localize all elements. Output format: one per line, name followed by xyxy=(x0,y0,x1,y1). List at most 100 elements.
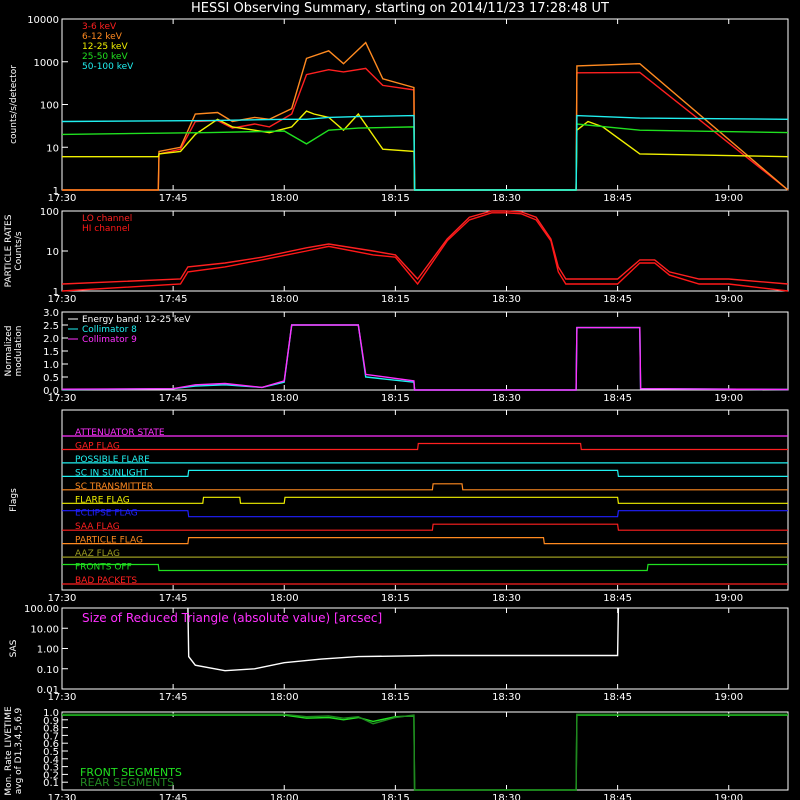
x-tick-label: 19:00 xyxy=(714,692,743,703)
x-tick-label: 17:45 xyxy=(159,294,188,305)
flag-label: PARTICLE FLAG xyxy=(75,536,143,546)
x-tick-label: 18:45 xyxy=(603,294,632,305)
panel-2 xyxy=(61,210,789,292)
x-tick-label: 18:00 xyxy=(270,793,299,800)
x-tick-label: 19:00 xyxy=(714,294,743,305)
series-line-25-50-kev xyxy=(61,123,789,191)
panel-annotation: Size of Reduced Triangle (absolute value… xyxy=(82,611,382,625)
y-tick-label: 3.0 xyxy=(43,308,59,319)
series-line-12-25-kev xyxy=(62,110,789,191)
flag-line-saa-flag xyxy=(62,523,788,531)
y-tick-label: 1.0 xyxy=(43,360,59,371)
y-axis-label: Counts/s xyxy=(14,231,24,270)
y-tick-label: 0.5 xyxy=(43,373,59,384)
chart-title: HESSI Observing Summary, starting on 201… xyxy=(191,1,609,16)
y-tick-label: 10 xyxy=(46,247,59,258)
x-tick-label: 19:00 xyxy=(714,393,743,404)
y-axis-label: Normalized xyxy=(4,325,14,376)
x-tick-label: 17:45 xyxy=(159,793,188,800)
flag-label: SC TRANSMITTER xyxy=(75,482,153,492)
x-tick-label: 17:30 xyxy=(48,793,77,800)
flag-label: FLARE FLAG xyxy=(75,495,130,505)
flag-line-sc-transmitter xyxy=(62,483,788,491)
x-tick-label: 18:00 xyxy=(270,593,299,604)
y-tick-label: 100 xyxy=(40,101,59,112)
x-tick-label: 18:30 xyxy=(492,393,521,404)
legend-entry: Collimator 9 xyxy=(82,335,137,345)
series-line-collimator-8 xyxy=(61,324,789,391)
flag-label: FRONTS OFF xyxy=(75,563,132,573)
legend-entry: 6-12 keV xyxy=(82,32,123,42)
y-tick-label: 1.5 xyxy=(43,347,59,358)
y-tick-label: 1000 xyxy=(34,58,59,69)
y-tick-label: 2.0 xyxy=(43,334,59,345)
x-tick-label: 17:45 xyxy=(159,193,188,204)
y-tick-label: 10 xyxy=(46,143,59,154)
x-tick-label: 18:15 xyxy=(381,294,410,305)
x-tick-label: 17:45 xyxy=(159,593,188,604)
legend-entry: HI channel xyxy=(82,224,130,234)
x-tick-label: 18:15 xyxy=(381,393,410,404)
series-line-6-12-kev xyxy=(62,41,789,191)
x-tick-label: 17:45 xyxy=(159,393,188,404)
legend-entry: 25-50 keV xyxy=(82,52,128,62)
x-tick-label: 18:45 xyxy=(603,692,632,703)
y-tick-label: 100 xyxy=(40,207,59,218)
y-tick-label: 1 xyxy=(53,287,59,298)
panel-1 xyxy=(61,18,789,191)
flag-line-fronts-off xyxy=(62,563,788,572)
x-tick-label: 19:00 xyxy=(714,593,743,604)
legend-entry: REAR SEGMENTS xyxy=(80,776,174,789)
flag-line-gap-flag xyxy=(62,442,788,451)
y-axis-label: PARTICLE RATES xyxy=(4,214,14,287)
y-tick-label: 2.5 xyxy=(43,321,59,332)
flag-line-eclipse-flag xyxy=(62,510,788,518)
x-tick-label: 17:45 xyxy=(159,692,188,703)
x-tick-label: 18:15 xyxy=(381,793,410,800)
flag-line-sc-in-sunlight xyxy=(62,469,788,477)
y-axis-label: SAS xyxy=(9,639,19,657)
y-tick-label: 1.0 xyxy=(43,708,59,719)
y-tick-label: 0.0 xyxy=(43,386,59,397)
legend-entry: Collimator 8 xyxy=(82,325,137,335)
series-line-collimator-9 xyxy=(61,324,789,391)
panel-4 xyxy=(61,409,789,591)
x-tick-label: 18:30 xyxy=(492,692,521,703)
y-axis-label: Flags xyxy=(9,488,19,512)
flag-label: ECLIPSE FLAG xyxy=(75,509,138,519)
chart-canvas: HESSI Observing Summary, starting on 201… xyxy=(4,1,789,800)
flag-line-particle-flag xyxy=(62,537,788,545)
x-tick-label: 18:45 xyxy=(603,793,632,800)
y-tick-label: 0.01 xyxy=(37,685,59,696)
y-tick-label: 1.00 xyxy=(37,645,59,656)
panel-frame xyxy=(61,409,789,591)
x-tick-label: 18:30 xyxy=(492,193,521,204)
flag-line-flare-flag xyxy=(62,496,788,504)
y-tick-label: 10.00 xyxy=(30,624,59,635)
x-tick-label: 18:45 xyxy=(603,593,632,604)
y-axis-label: avg of D1,3,4,5,6,9 xyxy=(14,707,24,794)
flag-label: ATTENUATOR STATE xyxy=(75,428,165,438)
legend-entry: 50-100 keV xyxy=(82,62,134,72)
x-tick-label: 18:15 xyxy=(381,692,410,703)
flag-label: SC IN SUNLIGHT xyxy=(75,468,149,478)
legend-entry: 12-25 keV xyxy=(82,42,128,52)
x-tick-label: 18:00 xyxy=(270,692,299,703)
legend-entry: 3-6 keV xyxy=(82,22,117,32)
flag-label: GAP FLAG xyxy=(75,441,120,451)
series-line-3-6-kev xyxy=(62,67,789,191)
y-axis-label: counts/s/detector xyxy=(9,65,19,144)
legend-header: Energy band: 12-25 keV xyxy=(82,315,191,325)
x-tick-label: 18:15 xyxy=(381,193,410,204)
y-tick-label: 10000 xyxy=(27,15,59,26)
x-tick-label: 17:30 xyxy=(48,593,77,604)
x-tick-label: 18:30 xyxy=(492,294,521,305)
x-tick-label: 18:00 xyxy=(270,393,299,404)
x-tick-label: 18:30 xyxy=(492,793,521,800)
flag-label: SAA FLAG xyxy=(75,522,120,532)
x-tick-label: 18:15 xyxy=(381,593,410,604)
y-axis-label: Mon. Rate LIVETIME xyxy=(4,706,14,796)
x-tick-label: 18:00 xyxy=(270,294,299,305)
y-tick-label: 1 xyxy=(53,186,59,197)
flag-label: BAD PACKETS xyxy=(75,576,137,586)
